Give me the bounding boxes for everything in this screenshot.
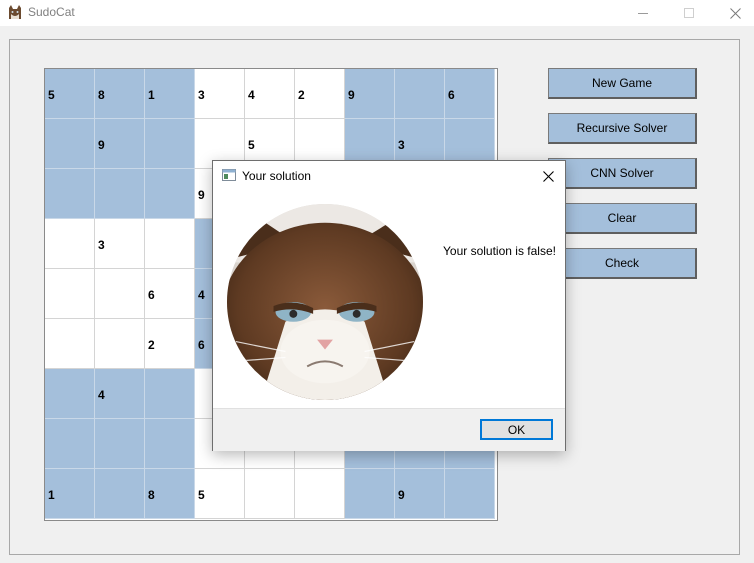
sudoku-cell[interactable]: 4: [95, 369, 145, 419]
cat-icon: [9, 5, 21, 19]
sudoku-cell[interactable]: 2: [295, 69, 345, 119]
sudoku-cell[interactable]: 5: [195, 469, 245, 519]
sudoku-cell[interactable]: [145, 219, 195, 269]
maximize-button[interactable]: [666, 0, 712, 26]
solution-dialog: Your solution Your solution is false! OK: [212, 160, 566, 451]
close-icon: [542, 170, 554, 182]
cnn-solver-button[interactable]: CNN Solver: [548, 158, 697, 189]
sudoku-cell[interactable]: [395, 69, 445, 119]
window-close-button[interactable]: [712, 0, 754, 26]
dialog-close-button[interactable]: [539, 167, 557, 185]
sudoku-cell[interactable]: [95, 419, 145, 469]
ok-button[interactable]: OK: [480, 419, 553, 440]
sudoku-cell[interactable]: [145, 419, 195, 469]
sudoku-cell[interactable]: [245, 469, 295, 519]
dialog-title-bar: Your solution: [213, 161, 565, 191]
sudoku-cell[interactable]: [145, 119, 195, 169]
sudoku-cell[interactable]: [445, 469, 495, 519]
dialog-footer: OK: [213, 408, 565, 451]
sudoku-cell[interactable]: 5: [45, 69, 95, 119]
sudoku-cell[interactable]: 1: [45, 469, 95, 519]
grumpy-cat-photo: [226, 203, 424, 401]
sudoku-cell[interactable]: [45, 369, 95, 419]
sudoku-cell[interactable]: 8: [95, 69, 145, 119]
sudoku-cell[interactable]: [95, 269, 145, 319]
close-icon: [729, 7, 741, 19]
check-button[interactable]: Check: [548, 248, 697, 279]
sudoku-cell[interactable]: [45, 419, 95, 469]
sudoku-cell[interactable]: 6: [445, 69, 495, 119]
sudoku-cell[interactable]: [145, 169, 195, 219]
sudoku-cell[interactable]: 4: [245, 69, 295, 119]
window-title: SudoCat: [28, 5, 75, 19]
window-icon: [222, 169, 236, 181]
dialog-title: Your solution: [242, 169, 311, 183]
sudoku-cell[interactable]: [345, 469, 395, 519]
sudoku-cell[interactable]: 9: [95, 119, 145, 169]
sudoku-cell[interactable]: 2: [145, 319, 195, 369]
sudoku-cell[interactable]: [95, 169, 145, 219]
sudoku-cell[interactable]: [45, 169, 95, 219]
sudoku-cell[interactable]: 9: [345, 69, 395, 119]
minimize-icon: [638, 13, 648, 14]
title-bar: SudoCat: [0, 0, 754, 26]
dialog-message: Your solution is false!: [443, 244, 556, 258]
sudoku-cell[interactable]: [95, 319, 145, 369]
sudoku-cell[interactable]: 6: [145, 269, 195, 319]
recursive-solver-button[interactable]: Recursive Solver: [548, 113, 697, 144]
sudoku-cell[interactable]: 3: [95, 219, 145, 269]
maximize-icon: [684, 8, 694, 18]
sudoku-cell[interactable]: [45, 119, 95, 169]
sudoku-cell[interactable]: 9: [395, 469, 445, 519]
sudoku-cell[interactable]: 3: [195, 69, 245, 119]
sudoku-cell[interactable]: [145, 369, 195, 419]
sudoku-cell[interactable]: [45, 219, 95, 269]
sudoku-cell[interactable]: [45, 319, 95, 369]
minimize-button[interactable]: [620, 0, 666, 26]
sudoku-cell[interactable]: 8: [145, 469, 195, 519]
sudoku-cell[interactable]: 1: [145, 69, 195, 119]
sudoku-cell[interactable]: [295, 469, 345, 519]
new-game-button[interactable]: New Game: [548, 68, 697, 99]
clear-button[interactable]: Clear: [548, 203, 697, 234]
sudoku-cell[interactable]: [95, 469, 145, 519]
sudoku-cell[interactable]: [45, 269, 95, 319]
